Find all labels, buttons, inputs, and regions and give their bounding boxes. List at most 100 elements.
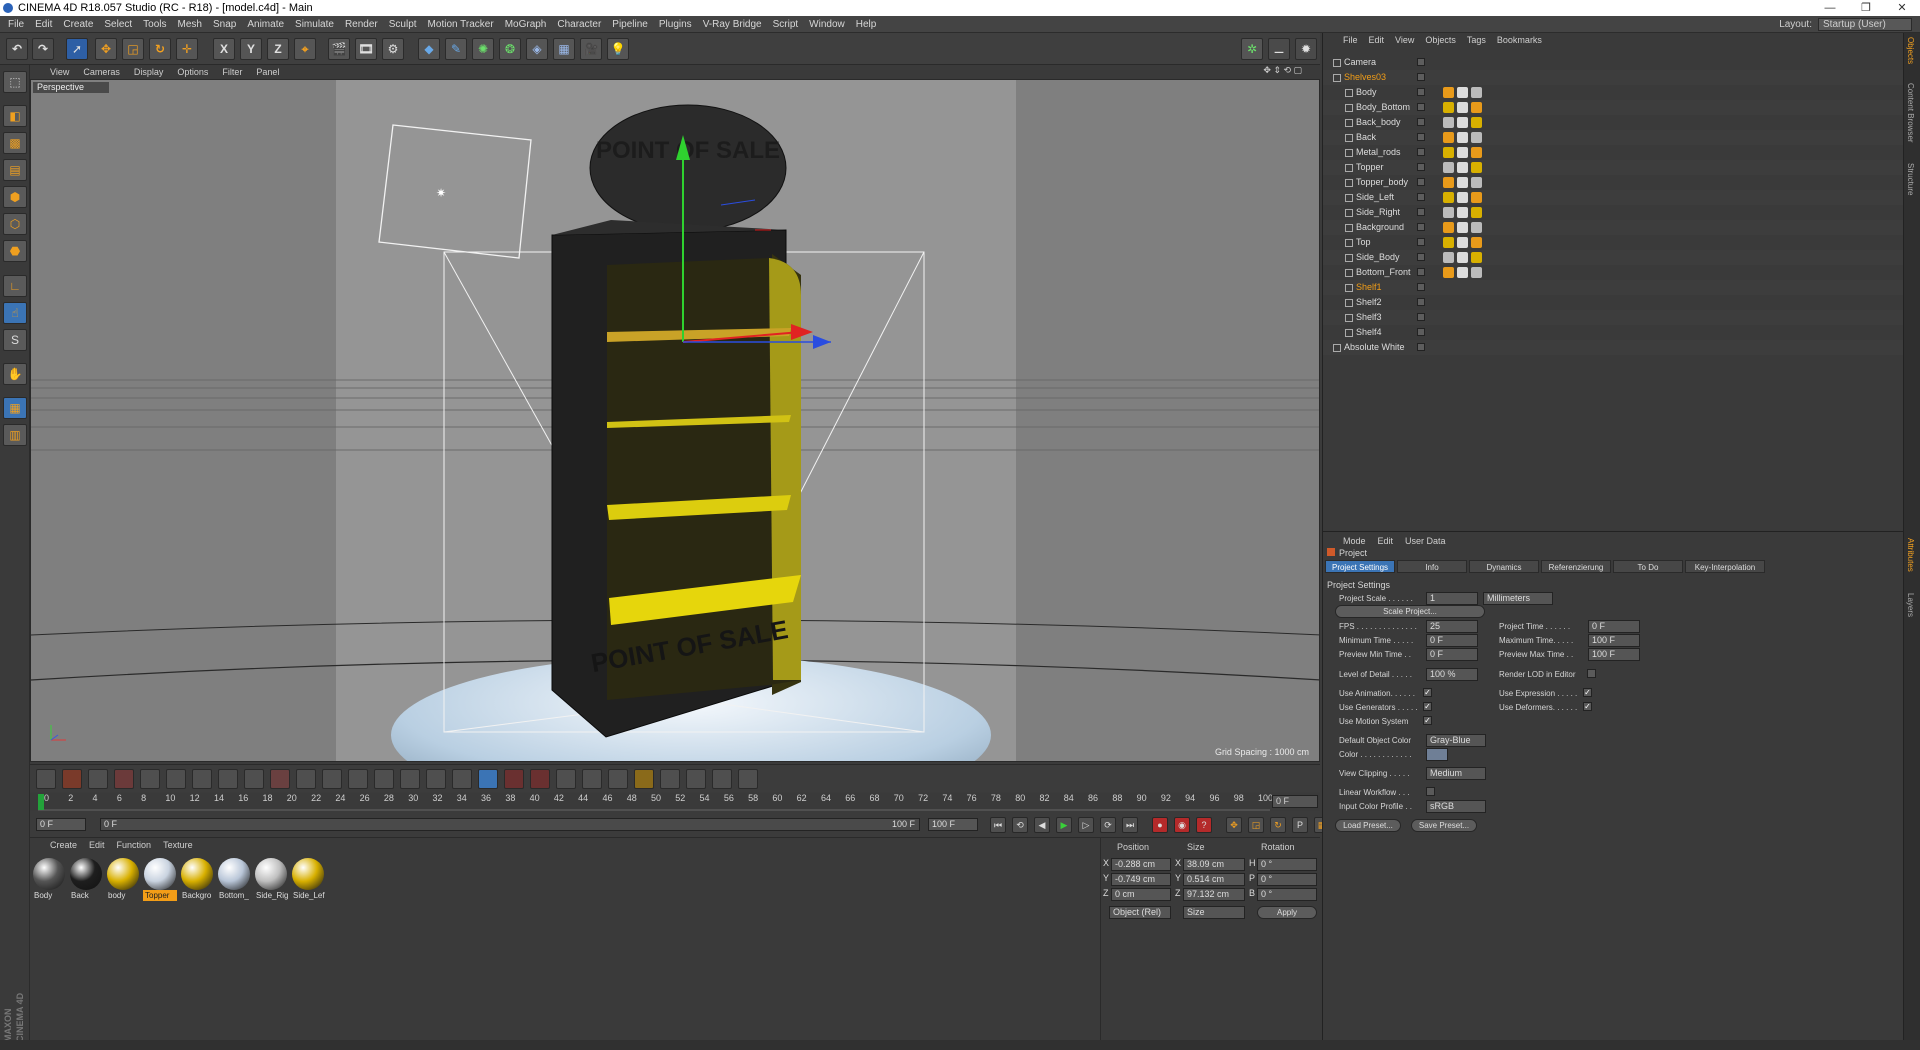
menu-tools[interactable]: Tools [143,19,166,30]
object-row[interactable]: Metal_rods [1323,145,1904,160]
material-swatch[interactable]: body [106,858,140,904]
param-key-icon[interactable] [218,769,238,789]
texture-tag-icon[interactable] [1457,207,1468,218]
preview-min-field[interactable]: 0 F [1426,648,1478,661]
object-row[interactable]: Shelf4 [1323,325,1904,340]
go-to-start-icon[interactable]: ⏮ [990,817,1006,833]
z-axis-lock[interactable]: Z [267,38,289,60]
load-preset-button[interactable]: Load Preset... [1335,819,1401,832]
scale-icon[interactable]: ◲ [122,38,144,60]
vray-light-icon[interactable]: ⚊ [1268,38,1290,60]
material-tag-icon[interactable] [1443,237,1454,248]
model-mode-icon[interactable]: ◧ [3,105,27,127]
lock-workplane-icon[interactable]: ▦ [3,397,27,419]
object-row[interactable]: Topper [1323,160,1904,175]
material-swatch[interactable]: Bottom_ [217,858,251,904]
scale-key-icon[interactable] [192,769,212,789]
undo-icon[interactable]: ↶ [6,38,28,60]
visibility-toggle[interactable] [1417,88,1425,96]
record-active-icon[interactable] [36,769,56,789]
visibility-toggle[interactable] [1417,58,1425,66]
menu-motion-tracker[interactable]: Motion Tracker [428,19,494,30]
current-frame-field[interactable]: 0 F [36,818,86,831]
text-tool-icon[interactable] [738,769,758,789]
texture-tag-icon[interactable] [1457,192,1468,203]
perspective-viewport[interactable]: ✷ POINT OF SALE POINT OF SALE Perspectiv… [30,79,1320,762]
size-field[interactable]: 0.514 cm [1183,873,1245,886]
material-swatch[interactable]: Backgro [180,858,214,904]
attr-menu-user-data[interactable]: User Data [1405,536,1446,546]
floor-icon[interactable]: ▦ [553,38,575,60]
texture-tag-icon[interactable] [1457,102,1468,113]
tweak-mode-icon[interactable]: ☝ [3,302,27,324]
object-row[interactable]: Topper_body [1323,175,1904,190]
side-tab-structure[interactable]: Structure [1906,163,1915,195]
viewport-menu-filter[interactable]: Filter [222,67,242,77]
snap-icon[interactable]: S [3,329,27,351]
render-lod-checkbox[interactable] [1587,669,1596,678]
layout-dropdown[interactable]: Startup (User) [1818,18,1912,31]
point-level-anim-icon[interactable] [114,769,134,789]
visibility-toggle[interactable] [1417,133,1425,141]
weld-icon[interactable] [426,769,446,789]
material-tag-icon[interactable] [1443,252,1454,263]
loop-cut-icon[interactable] [296,769,316,789]
visibility-toggle[interactable] [1417,238,1425,246]
go-to-next-key-icon[interactable]: ⟳ [1100,817,1116,833]
object-row[interactable]: Shelf2 [1323,295,1904,310]
coordinate-system-icon[interactable]: ⌖ [294,38,316,60]
project-time-field[interactable]: 0 F [1588,620,1640,633]
keyframe-selection-icon[interactable] [88,769,108,789]
record-keys-icon[interactable]: ● [1152,817,1168,833]
close-button[interactable]: ✕ [1884,0,1920,16]
side-tab-layers[interactable]: Layers [1906,593,1915,617]
objects-menu-file[interactable]: File [1343,35,1358,45]
object-row[interactable]: Shelves03 [1323,70,1904,85]
material-tag-icon[interactable] [1471,252,1482,263]
visibility-toggle[interactable] [1417,283,1425,291]
visibility-toggle[interactable] [1417,103,1425,111]
object-row[interactable]: Bottom_Front [1323,265,1904,280]
position-key-icon[interactable] [140,769,160,789]
maximize-button[interactable]: ❐ [1848,0,1884,16]
minimum-time-field[interactable]: 0 F [1426,634,1478,647]
menu-mograph[interactable]: MoGraph [505,19,547,30]
material-swatch[interactable]: Side_Lef [291,858,325,904]
autokeying-icon[interactable]: ◉ [1174,817,1190,833]
center-icon[interactable] [530,769,550,789]
material-tag-icon[interactable] [1471,177,1482,188]
default-object-color-dropdown[interactable]: Gray-Blue [1426,734,1486,747]
timeline-end-field[interactable]: 0 F [1272,795,1318,808]
visibility-toggle[interactable] [1417,148,1425,156]
brush-icon[interactable]: ✋ [3,363,27,385]
x-axis-lock[interactable]: X [213,38,235,60]
align-icon[interactable] [504,769,524,789]
go-to-prev-key-icon[interactable]: ⟲ [1012,817,1028,833]
mograph-icon[interactable] [634,769,654,789]
visibility-toggle[interactable] [1417,193,1425,201]
rotation-field[interactable]: 0 ° [1257,888,1317,901]
object-row[interactable]: Top [1323,235,1904,250]
object-row[interactable]: Side_Left [1323,190,1904,205]
material-tag-icon[interactable] [1471,222,1482,233]
attribute-tab[interactable]: Project Settings [1325,560,1395,573]
keyframe-selection-set-icon[interactable]: ? [1196,817,1212,833]
objects-menu-objects[interactable]: Objects [1425,35,1456,45]
attribute-tab[interactable]: Referenzierung [1541,560,1611,573]
visibility-toggle[interactable] [1417,298,1425,306]
points-mode-icon[interactable]: ⬢ [3,186,27,208]
material-tag-icon[interactable] [1443,267,1454,278]
size-field[interactable]: 38.09 cm [1183,858,1245,871]
go-to-end-icon[interactable]: ⏭ [1122,817,1138,833]
texture-mode-icon[interactable]: ▩ [3,132,27,154]
make-editable-icon[interactable]: ⬚ [3,71,27,93]
level-of-detail-field[interactable]: 100 % [1426,668,1478,681]
position-field[interactable]: 0 cm [1111,888,1171,901]
menu-script[interactable]: Script [773,19,799,30]
vray-settings-icon[interactable]: ✲ [1241,38,1263,60]
visibility-toggle[interactable] [1417,208,1425,216]
position-field[interactable]: -0.288 cm [1111,858,1171,871]
menu-create[interactable]: Create [63,19,93,30]
material-tag-icon[interactable] [1471,132,1482,143]
camera-icon[interactable]: 🎥 [580,38,602,60]
